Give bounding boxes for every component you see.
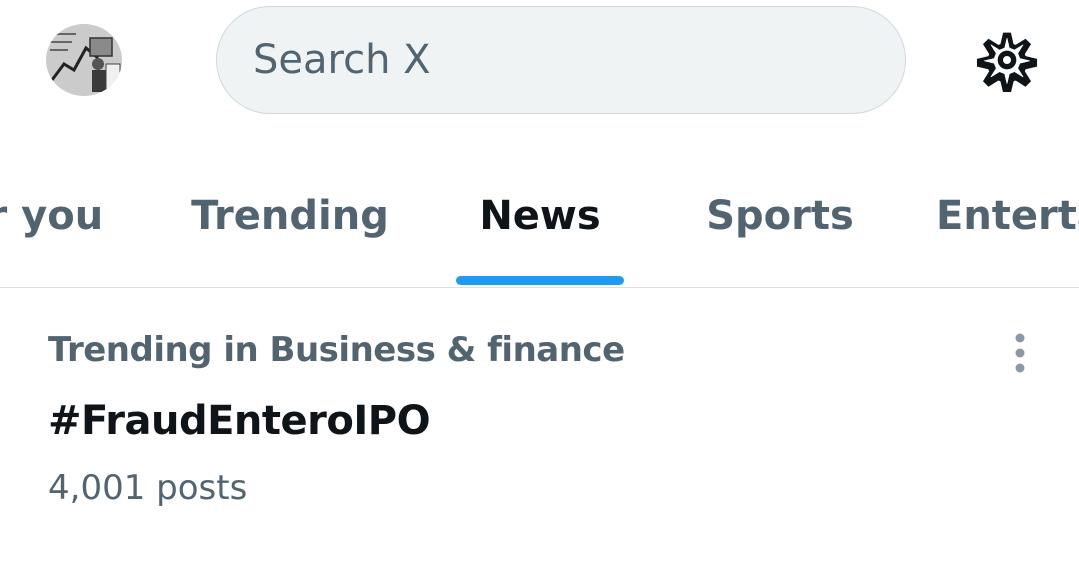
tab-label: or you <box>0 193 104 239</box>
trend-name: #FraudEnteroIPO <box>48 398 431 444</box>
trend-post-count: 4,001 posts <box>48 468 248 508</box>
trend-more-button[interactable] <box>1000 330 1040 376</box>
profile-avatar[interactable] <box>46 24 122 96</box>
tab-label: Trending <box>191 193 389 239</box>
trend-item[interactable]: Trending in Business & finance #FraudEnt… <box>0 290 1079 540</box>
tab-entertainment[interactable]: Enterta <box>936 150 1079 286</box>
tab-label: Sports <box>706 193 854 239</box>
tab-for-you[interactable]: or you <box>0 150 140 286</box>
search-bar[interactable] <box>216 6 906 114</box>
tab-news[interactable]: News <box>456 150 624 286</box>
more-vertical-icon <box>1015 333 1025 373</box>
search-input[interactable] <box>253 37 905 83</box>
tab-trending[interactable]: Trending <box>180 150 400 286</box>
avatar-image <box>46 24 122 96</box>
tab-label: News <box>479 193 601 239</box>
tab-sports[interactable]: Sports <box>690 150 870 286</box>
active-tab-indicator <box>456 276 624 285</box>
gear-icon <box>976 32 1038 93</box>
settings-button[interactable] <box>975 28 1039 93</box>
tab-label: Enterta <box>936 193 1079 239</box>
explore-screen: or you Trending News Sports Enterta Tren… <box>0 0 1079 583</box>
explore-tabs: or you Trending News Sports Enterta <box>0 150 1079 288</box>
trend-context: Trending in Business & finance <box>48 330 625 370</box>
